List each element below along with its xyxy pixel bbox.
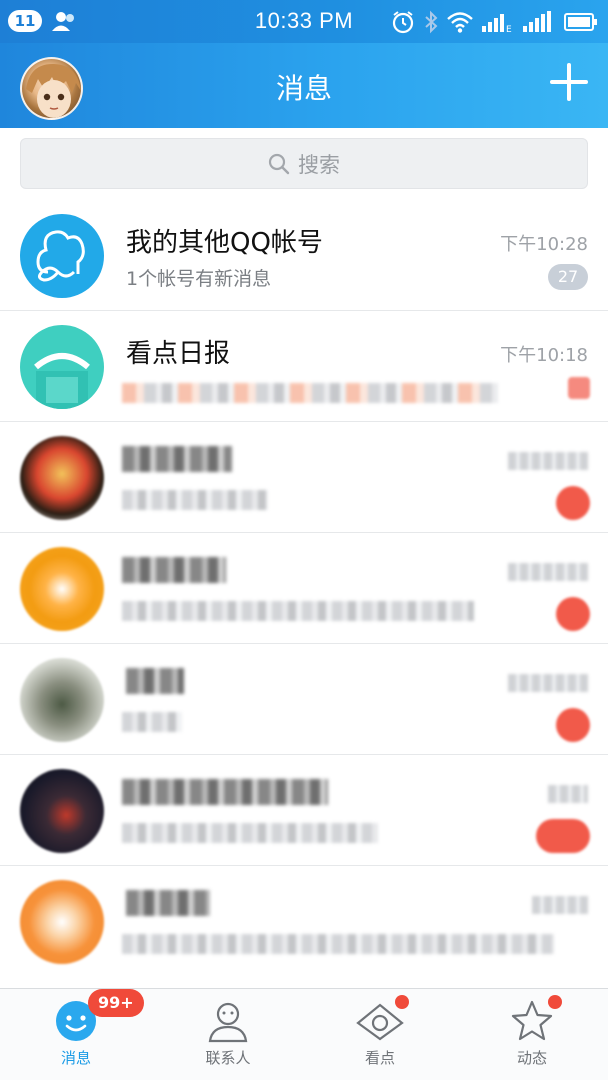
message-preview-redacted bbox=[122, 490, 268, 510]
conversation-preview-redacted bbox=[122, 383, 498, 403]
contacts-tab-icon bbox=[208, 1002, 248, 1043]
conversation-row-other-accounts[interactable]: 我的其他QQ帐号 1个帐号有新消息 下午10:28 27 bbox=[0, 200, 608, 311]
tab-contacts[interactable]: 联系人 bbox=[152, 989, 304, 1080]
search-placeholder: 搜索 bbox=[298, 152, 340, 177]
tab-kandian[interactable]: 看点 bbox=[304, 989, 456, 1080]
conversation-list: 我的其他QQ帐号 1个帐号有新消息 下午10:28 27 看点日报 下午10:1… bbox=[0, 200, 608, 977]
kandian-logo-icon bbox=[34, 353, 90, 409]
star-tab-icon bbox=[511, 1000, 553, 1041]
contact-avatar bbox=[20, 658, 104, 742]
page-title: 消息 bbox=[275, 72, 332, 105]
contact-avatar bbox=[20, 769, 104, 853]
wifi-icon bbox=[447, 12, 473, 33]
conversation-row-4[interactable] bbox=[0, 533, 608, 644]
tab-feeds[interactable]: 动态 bbox=[456, 989, 608, 1080]
conversation-preview: 1个帐号有新消息 bbox=[126, 268, 272, 290]
unread-badge bbox=[536, 819, 590, 853]
conversation-row-kandian[interactable]: 看点日报 下午10:18 bbox=[0, 311, 608, 422]
signal-icon-2 bbox=[523, 11, 551, 32]
conversation-time: 下午10:18 bbox=[500, 345, 588, 366]
message-time-redacted bbox=[532, 896, 588, 914]
conversation-time: 下午10:28 bbox=[500, 234, 588, 255]
tab-messages[interactable]: 消息 99+ bbox=[0, 989, 152, 1080]
unread-count-badge: 27 bbox=[548, 264, 588, 290]
message-preview-redacted bbox=[122, 823, 378, 843]
search-area: 搜索 bbox=[0, 128, 608, 200]
title-bar: 消息 bbox=[0, 43, 608, 128]
unread-badge bbox=[556, 708, 590, 742]
other-accounts-icon bbox=[36, 230, 85, 282]
conversation-row-7[interactable] bbox=[0, 866, 608, 977]
conversation-name: 看点日报 bbox=[126, 339, 231, 369]
conversation-row-6[interactable] bbox=[0, 755, 608, 866]
contact-name-redacted bbox=[126, 890, 210, 916]
unread-messages-badge: 99+ bbox=[88, 989, 144, 1017]
message-time-redacted bbox=[508, 674, 588, 692]
tab-label: 动态 bbox=[516, 1049, 547, 1067]
bluetooth-icon bbox=[425, 10, 438, 34]
new-content-dot bbox=[395, 995, 409, 1009]
contact-avatar bbox=[20, 880, 104, 964]
unread-badge bbox=[556, 597, 590, 631]
signal-icon-1: E bbox=[482, 14, 512, 33]
message-preview-redacted bbox=[122, 934, 554, 954]
other-accounts-avatar bbox=[20, 214, 104, 298]
contact-name-redacted bbox=[122, 779, 328, 805]
contact-avatar bbox=[20, 436, 104, 520]
contact-name-redacted bbox=[126, 668, 184, 694]
kandian-avatar bbox=[20, 325, 104, 409]
search-icon bbox=[268, 153, 290, 174]
contact-avatar bbox=[20, 547, 104, 631]
message-time-redacted bbox=[548, 785, 588, 803]
tab-label: 联系人 bbox=[205, 1049, 251, 1067]
conversation-row-3[interactable] bbox=[0, 422, 608, 533]
add-icon[interactable] bbox=[550, 63, 588, 101]
contact-name-redacted bbox=[122, 557, 226, 583]
svg-text:E: E bbox=[506, 25, 512, 33]
unread-dot bbox=[568, 377, 590, 399]
alarm-icon bbox=[392, 11, 414, 34]
unread-badge bbox=[556, 486, 590, 520]
new-content-dot bbox=[548, 995, 562, 1009]
message-time-redacted bbox=[508, 563, 588, 581]
status-bar: 11 10:33 PM E bbox=[0, 0, 608, 43]
bottom-tab-bar: 消息 99+ 联系人 看点 动态 bbox=[0, 988, 608, 1080]
message-preview-redacted bbox=[122, 712, 182, 732]
message-preview-redacted bbox=[122, 601, 474, 621]
search-input[interactable]: 搜索 bbox=[20, 138, 588, 189]
battery-icon bbox=[564, 13, 597, 31]
message-time-redacted bbox=[508, 452, 588, 470]
tab-label: 消息 bbox=[60, 1049, 91, 1067]
tab-label: 看点 bbox=[364, 1049, 395, 1067]
contact-name-redacted bbox=[122, 446, 232, 472]
conversation-name: 我的其他QQ帐号 bbox=[126, 228, 323, 258]
conversation-row-5[interactable] bbox=[0, 644, 608, 755]
